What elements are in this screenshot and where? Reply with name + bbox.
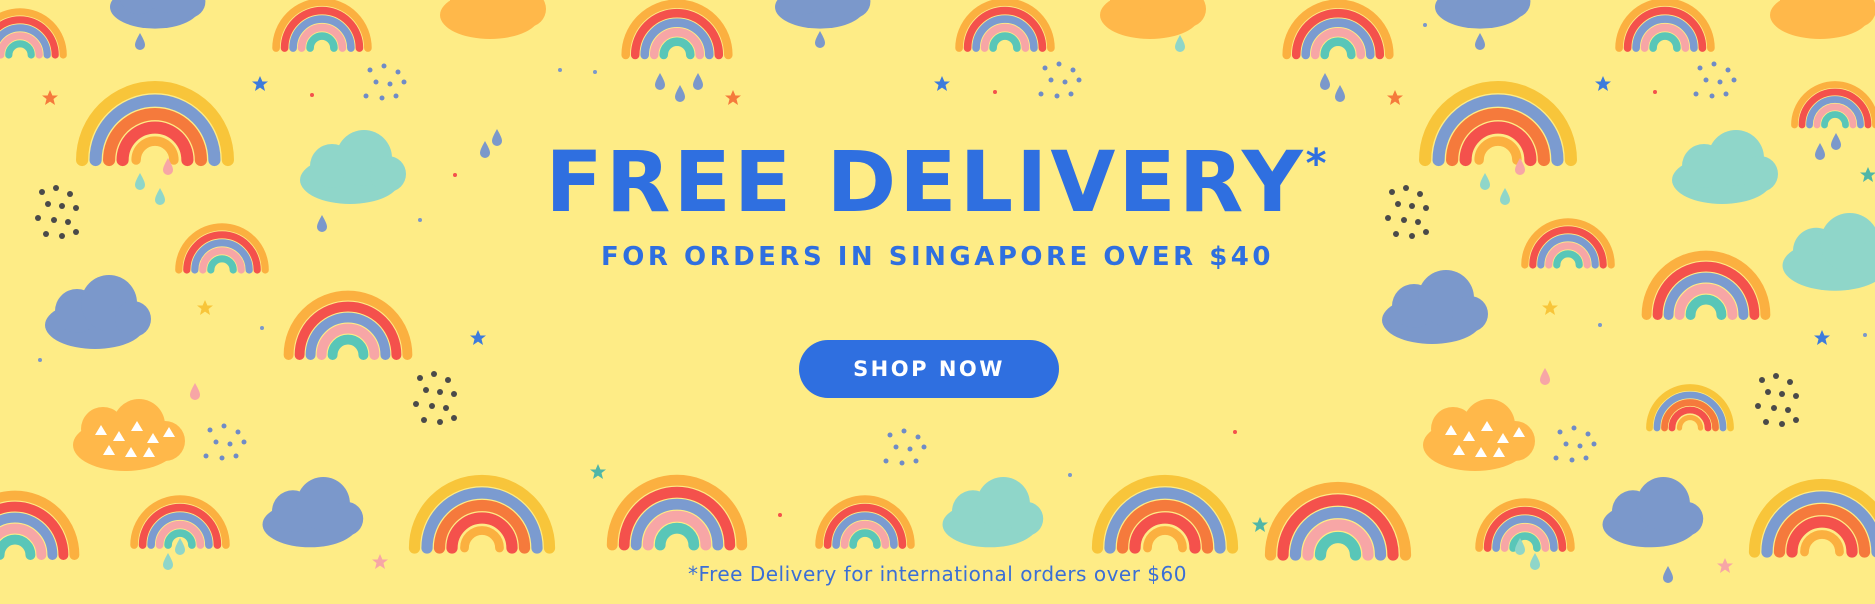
shop-now-button[interactable]: SHOP NOW: [799, 340, 1059, 398]
headline-text: FREE DELIVERY: [545, 133, 1306, 231]
free-delivery-banner: FREE DELIVERY* FOR ORDERS IN SINGAPORE O…: [0, 0, 1875, 604]
international-delivery-footnote: *Free Delivery for international orders …: [688, 562, 1187, 586]
headline-asterisk: *: [1305, 141, 1330, 187]
headline: FREE DELIVERY*: [0, 140, 1875, 224]
subheadline: FOR ORDERS IN SINGAPORE OVER $40: [601, 242, 1274, 272]
rainbow-pattern-background: [0, 0, 1875, 583]
